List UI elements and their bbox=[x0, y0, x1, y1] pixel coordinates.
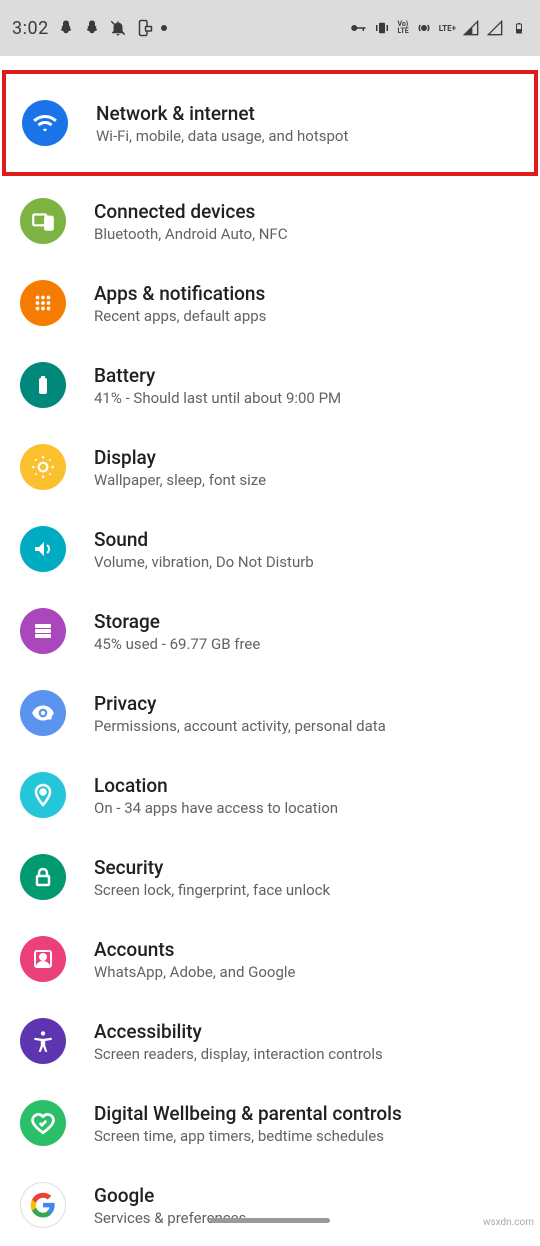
dnd-icon bbox=[109, 19, 127, 37]
row-title: Display bbox=[94, 446, 520, 469]
wifi-icon bbox=[22, 100, 68, 146]
row-subtitle: Recent apps, default apps bbox=[94, 307, 520, 325]
settings-row-battery[interactable]: Battery 41% - Should last until about 9:0… bbox=[0, 344, 540, 426]
snapchat-icon bbox=[57, 19, 75, 37]
row-text: Accounts WhatsApp, Adobe, and Google bbox=[94, 938, 520, 981]
row-text: Security Screen lock, fingerprint, face u… bbox=[94, 856, 520, 899]
settings-row-security[interactable]: Security Screen lock, fingerprint, face u… bbox=[0, 836, 540, 918]
row-text: Apps & notifications Recent apps, default… bbox=[94, 282, 520, 325]
row-subtitle: Screen readers, display, interaction con… bbox=[94, 1045, 520, 1063]
row-title: Network & internet bbox=[96, 102, 518, 125]
gesture-pill[interactable] bbox=[210, 1218, 330, 1223]
signal-1-icon bbox=[462, 19, 480, 37]
lte-icon: LTE+ bbox=[439, 19, 456, 37]
row-subtitle: WhatsApp, Adobe, and Google bbox=[94, 963, 520, 981]
settings-row-devices[interactable]: Connected devices Bluetooth, Android Auto… bbox=[0, 180, 540, 262]
hotspot-icon bbox=[415, 19, 433, 37]
row-title: Privacy bbox=[94, 692, 520, 715]
row-title: Digital Wellbeing & parental controls bbox=[94, 1102, 520, 1125]
row-title: Google bbox=[94, 1184, 520, 1207]
row-subtitle: On - 34 apps have access to location bbox=[94, 799, 520, 817]
row-subtitle: 45% used - 69.77 GB free bbox=[94, 635, 520, 653]
wellbeing-icon bbox=[20, 1100, 66, 1146]
row-subtitle: Permissions, account activity, personal … bbox=[94, 717, 520, 735]
row-title: Security bbox=[94, 856, 520, 879]
signal-2-icon bbox=[486, 19, 504, 37]
row-subtitle: Wallpaper, sleep, font size bbox=[94, 471, 520, 489]
row-text: Display Wallpaper, sleep, font size bbox=[94, 446, 520, 489]
security-icon bbox=[20, 854, 66, 900]
apps-icon bbox=[20, 280, 66, 326]
row-text: Network & internet Wi-Fi, mobile, data us… bbox=[96, 102, 518, 145]
row-title: Accessibility bbox=[94, 1020, 520, 1043]
snapchat-icon-2 bbox=[83, 19, 101, 37]
settings-row-storage[interactable]: Storage 45% used - 69.77 GB free bbox=[0, 590, 540, 672]
row-title: Connected devices bbox=[94, 200, 520, 223]
row-subtitle: Bluetooth, Android Auto, NFC bbox=[94, 225, 520, 243]
row-text: Storage 45% used - 69.77 GB free bbox=[94, 610, 520, 653]
phone-lock-icon bbox=[135, 19, 153, 37]
settings-row-location[interactable]: Location On - 34 apps have access to loca… bbox=[0, 754, 540, 836]
row-text: Sound Volume, vibration, Do Not Disturb bbox=[94, 528, 520, 571]
settings-row-privacy[interactable]: Privacy Permissions, account activity, pe… bbox=[0, 672, 540, 754]
row-title: Battery bbox=[94, 364, 520, 387]
row-subtitle: 41% - Should last until about 9:00 PM bbox=[94, 389, 520, 407]
sound-icon bbox=[20, 526, 66, 572]
row-title: Apps & notifications bbox=[94, 282, 520, 305]
location-icon bbox=[20, 772, 66, 818]
vpn-key-icon bbox=[349, 19, 367, 37]
settings-row-accessibility[interactable]: Accessibility Screen readers, display, in… bbox=[0, 1000, 540, 1082]
row-text: Privacy Permissions, account activity, pe… bbox=[94, 692, 520, 735]
battery-icon bbox=[20, 362, 66, 408]
clock: 3:02 bbox=[12, 18, 49, 39]
vibrate-icon bbox=[373, 19, 391, 37]
status-bar: 3:02 Vo)LTE LTE+ bbox=[0, 0, 540, 56]
settings-row-apps[interactable]: Apps & notifications Recent apps, default… bbox=[0, 262, 540, 344]
row-title: Accounts bbox=[94, 938, 520, 961]
settings-row-wellbeing[interactable]: Digital Wellbeing & parental controls Scr… bbox=[0, 1082, 540, 1164]
battery-status-icon bbox=[510, 19, 528, 37]
settings-row-sound[interactable]: Sound Volume, vibration, Do Not Disturb bbox=[0, 508, 540, 590]
accounts-icon bbox=[20, 936, 66, 982]
devices-icon bbox=[20, 198, 66, 244]
navigation-bar bbox=[0, 1210, 540, 1230]
row-text: Battery 41% - Should last until about 9:0… bbox=[94, 364, 520, 407]
settings-row-google[interactable]: GoogleServices & preferences bbox=[0, 1164, 540, 1246]
row-title: Location bbox=[94, 774, 520, 797]
display-icon bbox=[20, 444, 66, 490]
privacy-icon bbox=[20, 690, 66, 736]
volte-icon: Vo)LTE bbox=[397, 19, 408, 37]
storage-icon bbox=[20, 608, 66, 654]
row-text: Digital Wellbeing & parental controls Scr… bbox=[94, 1102, 520, 1145]
row-subtitle: Wi-Fi, mobile, data usage, and hotspot bbox=[96, 127, 518, 145]
row-subtitle: Screen lock, fingerprint, face unlock bbox=[94, 881, 520, 899]
settings-row-accounts[interactable]: Accounts WhatsApp, Adobe, and Google bbox=[0, 918, 540, 1000]
row-text: Connected devices Bluetooth, Android Auto… bbox=[94, 200, 520, 243]
status-left: 3:02 bbox=[12, 18, 167, 39]
more-dot bbox=[161, 25, 167, 31]
settings-row-wifi[interactable]: Network & internet Wi-Fi, mobile, data us… bbox=[2, 70, 538, 176]
row-subtitle: Screen time, app timers, bedtime schedul… bbox=[94, 1127, 520, 1145]
settings-list: Network & internet Wi-Fi, mobile, data us… bbox=[0, 56, 540, 1246]
accessibility-icon bbox=[20, 1018, 66, 1064]
row-text: Location On - 34 apps have access to loca… bbox=[94, 774, 520, 817]
row-text: Accessibility Screen readers, display, in… bbox=[94, 1020, 520, 1063]
row-title: Storage bbox=[94, 610, 520, 633]
settings-row-display[interactable]: Display Wallpaper, sleep, font size bbox=[0, 426, 540, 508]
watermark: wsxdn.com bbox=[483, 1217, 534, 1228]
row-title: Sound bbox=[94, 528, 520, 551]
status-right: Vo)LTE LTE+ bbox=[349, 19, 528, 37]
row-subtitle: Volume, vibration, Do Not Disturb bbox=[94, 553, 520, 571]
